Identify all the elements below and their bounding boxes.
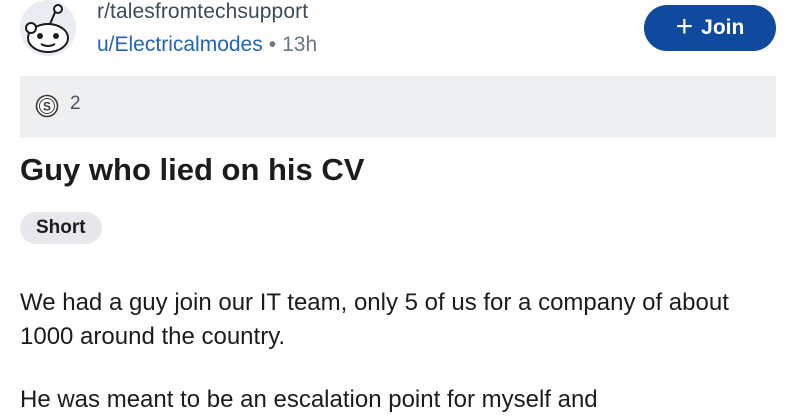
join-button-label: Join — [701, 16, 745, 39]
post-meta: u/Electricalmodes • 13h — [97, 32, 317, 58]
award-count: 2 — [70, 93, 81, 114]
award-bar[interactable]: S 2 — [20, 76, 776, 138]
subreddit-avatar-icon[interactable] — [20, 0, 76, 56]
award-icon: S — [35, 94, 59, 118]
post-body-paragraph: He was meant to be an escalation point f… — [20, 386, 598, 413]
join-button[interactable]: + Join — [644, 5, 776, 51]
post-title[interactable]: Guy who lied on his CV — [20, 152, 364, 188]
post-flair[interactable]: Short — [20, 212, 102, 244]
author-username[interactable]: u/Electricalmodes — [97, 33, 263, 56]
post-body-paragraph: We had a guy join our IT team, only 5 of… — [20, 289, 729, 350]
subreddit-name[interactable]: r/talesfromtechsupport — [97, 0, 308, 24]
post-time: 13h — [282, 33, 318, 56]
plus-icon: + — [675, 9, 694, 43]
svg-text:S: S — [43, 100, 51, 114]
meta-separator: • — [268, 33, 277, 56]
